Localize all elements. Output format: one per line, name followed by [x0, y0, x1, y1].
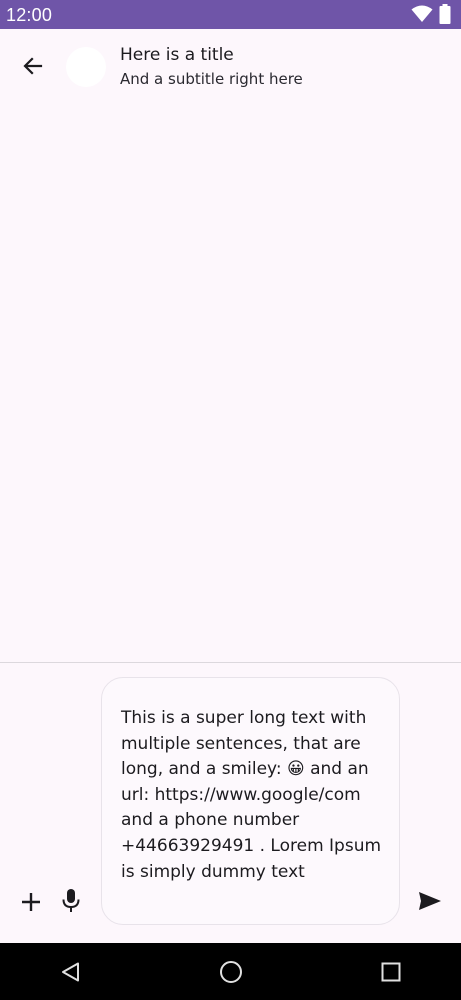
back-button[interactable]	[12, 45, 54, 87]
plus-icon	[22, 893, 40, 911]
home-circle-icon	[220, 961, 242, 983]
top-app-bar: Here is a title And a subtitle right her…	[0, 29, 461, 105]
send-icon	[419, 892, 441, 910]
message-input-text[interactable]: This is a super long text with multiple …	[121, 706, 389, 885]
battery-icon	[439, 4, 451, 24]
attach-button[interactable]	[14, 885, 48, 919]
wifi-icon	[411, 5, 433, 22]
message-composer: This is a super long text with multiple …	[0, 663, 461, 943]
status-icons	[411, 4, 451, 24]
microphone-icon	[62, 889, 80, 912]
nav-recents-button[interactable]	[376, 957, 406, 987]
message-input[interactable]: This is a super long text with multiple …	[101, 677, 400, 925]
send-button[interactable]	[412, 883, 448, 919]
avatar	[66, 47, 106, 87]
system-nav-bar	[0, 943, 461, 1000]
page-title: Here is a title	[120, 45, 234, 65]
arrow-back-icon	[23, 57, 43, 75]
status-time: 12:00	[6, 5, 53, 25]
nav-back-button[interactable]	[56, 957, 86, 987]
status-bar: 12:00	[0, 0, 461, 29]
back-triangle-icon	[62, 962, 79, 982]
page-subtitle: And a subtitle right here	[120, 70, 303, 88]
microphone-button[interactable]	[54, 883, 88, 919]
nav-home-button[interactable]	[216, 957, 246, 987]
message-list[interactable]	[0, 105, 461, 663]
recents-square-icon	[381, 962, 401, 982]
